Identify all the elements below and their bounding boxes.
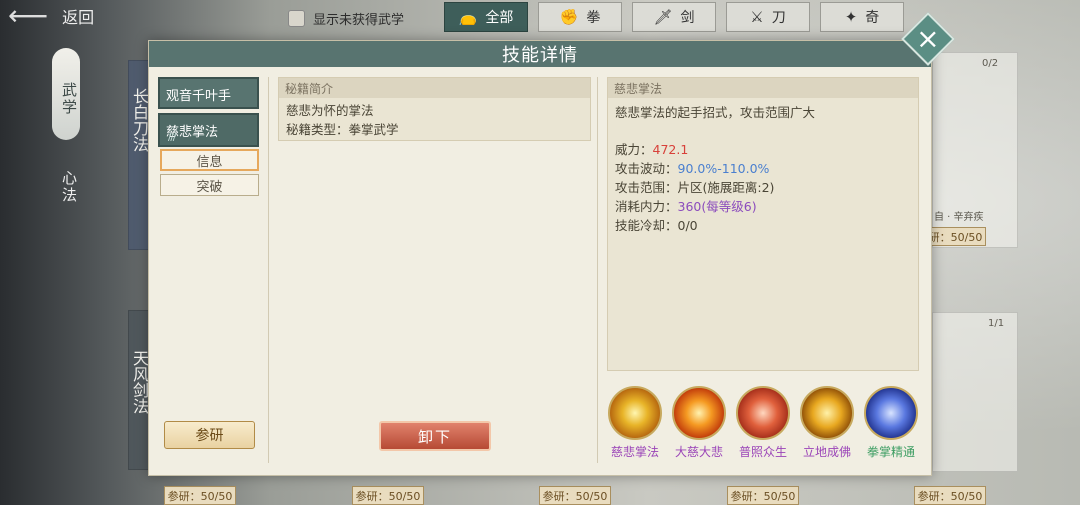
divider [268,77,269,463]
filter-fist[interactable]: ✊ 拳 [538,2,622,32]
sword-icon: 🗡 [653,8,673,26]
skill-detail-modal: 技能详情 观音千叶手 慈悲掌法 /// 信息 突破 参研 秘籍简介 慈悲为怀的掌… [148,40,932,476]
back-label: 返回 [62,8,95,27]
move-icon [736,386,790,440]
back-arrow-icon: ⟵ [8,0,49,32]
breakthrough-tab[interactable]: 突破 [160,174,259,196]
show-unobtained-toggle[interactable]: 显示未获得武学 [288,9,404,28]
filter-misc[interactable]: ✦ 奇 [820,2,904,32]
bg-card-title: 天风剑法 [130,350,149,414]
move-label: 慈悲掌法 [610,445,659,459]
skill-tab-cibei[interactable]: 慈悲掌法 /// [158,113,259,147]
research-tag: 参研：50/50 [164,486,236,505]
bg-card-title: 长白刀法 [130,88,149,152]
research-tag: 参研：50/50 [352,486,424,505]
fist-icon: ✊ [559,8,579,26]
stat-value: 472.1 [652,142,689,157]
stat-range: 攻击范围： 片区(施展距离:2) [615,180,775,195]
shuriken-icon: ✦ [844,8,858,26]
stat-value: 0/0 [677,218,698,233]
filter-label: 剑 [680,10,695,26]
move-icon [864,386,918,440]
secret-book-panel: 秘籍简介 慈悲为怀的掌法 秘籍类型：拳掌武学 [278,77,591,141]
research-button[interactable]: 参研 [164,421,255,449]
skill-description: 慈悲掌法的起手招式，攻击范围广大 [615,105,816,120]
move-fist-mastery[interactable]: 拳掌精通 [863,386,919,460]
filter-label: 奇 [865,10,880,26]
modal-title: 技能详情 [502,45,578,66]
move-label: 立地成佛 [802,445,851,459]
show-unobtained-label: 显示未获得武学 [313,13,405,28]
move-illuminate-all[interactable]: 普照众生 [735,386,791,460]
skill-tier-marks: /// [168,132,176,143]
research-tag: 参研：50/50 [727,486,799,505]
skill-info-panel: 慈悲掌法 慈悲掌法的起手招式，攻击范围广大 威力： 472.1 攻击波动： 90.0… [607,77,919,371]
filter-bar: 👝 全部 ✊ 拳 🗡 剑 ⚔ 刀 ✦ 奇 [444,2,904,32]
research-tag: 参研：50/50 [539,486,611,505]
divider [597,77,598,463]
filter-label: 拳 [586,10,601,26]
filter-all[interactable]: 👝 全部 [444,2,528,32]
secret-book-header: 秘籍简介 [279,78,590,98]
skill-info-header: 慈悲掌法 [608,78,918,98]
skill-tab-guanyin[interactable]: 观音千叶手 [158,77,259,109]
filter-label: 刀 [771,10,786,26]
move-icon [672,386,726,440]
rail-tab-inner-art[interactable]: 心法 [50,170,80,204]
info-tab[interactable]: 信息 [160,149,259,171]
blade-icon: ⚔ [750,8,764,26]
move-icon [608,386,662,440]
move-cibei-palm[interactable]: 慈悲掌法 [607,386,663,460]
move-instant-buddha[interactable]: 立地成佛 [799,386,855,460]
move-icon [800,386,854,440]
rail-tab-martial-arts[interactable]: 武学 [52,48,80,140]
unload-button[interactable]: 卸下 [379,421,491,451]
modal-header: 技能详情 [149,41,931,67]
move-great-compassion[interactable]: 大慈大悲 [671,386,727,460]
stat-value: 片区(施展距离:2) [677,180,775,195]
bag-icon: 👝 [458,8,478,26]
research-tag: 参研：50/50 [914,486,986,505]
bg-card-count: 0/2 [982,58,999,69]
bg-card-right-2[interactable] [932,312,1018,472]
stat-mana-cost: 消耗内力： 360(每等级6) [615,199,757,214]
stat-value: 90.0%-110.0% [677,161,770,176]
stat-value: 360(每等级6) [677,199,757,214]
stat-variance: 攻击波动： 90.0%-110.0% [615,161,770,176]
filter-sword[interactable]: 🗡 剑 [632,2,716,32]
checkbox[interactable] [288,10,305,27]
stat-cooldown: 技能冷却： 0/0 [615,218,698,233]
stat-power: 威力： 472.1 [615,142,689,157]
bg-card-fragment: 自 · 辛弃疾 [934,212,984,223]
move-label: 拳掌精通 [866,445,915,459]
move-label: 普照众生 [738,445,787,459]
skill-tab-label: 观音千叶手 [166,89,232,104]
back-button[interactable]: ⟵ 返回 [8,0,95,32]
filter-label: 全部 [485,10,514,26]
move-list: 慈悲掌法 大慈大悲 普照众生 立地成佛 拳掌精通 [607,386,919,460]
filter-blade[interactable]: ⚔ 刀 [726,2,810,32]
secret-book-desc: 慈悲为怀的掌法 [286,103,374,118]
move-label: 大慈大悲 [674,445,723,459]
bg-card-count: 1/1 [988,318,1005,329]
close-icon: × [916,22,940,55]
secret-book-type: 秘籍类型：拳掌武学 [286,122,399,137]
